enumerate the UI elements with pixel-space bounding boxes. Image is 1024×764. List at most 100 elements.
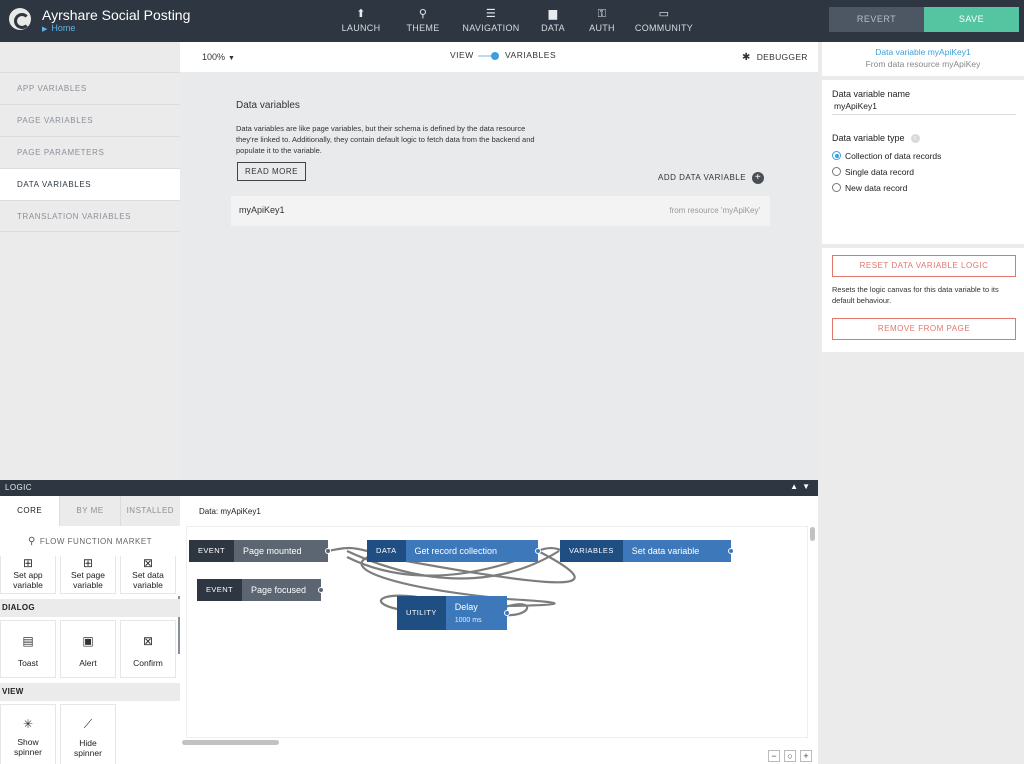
- set-data-variable-icon: ⊠: [142, 556, 154, 570]
- hide-spinner-icon: ⟋: [83, 717, 93, 731]
- top-bar: Ayrshare Social Posting ▶ Home ⬆ LAUNCH ⚲…: [0, 0, 1024, 42]
- zoom-reset-button[interactable]: ○: [784, 750, 796, 762]
- read-more-button[interactable]: READ MORE: [237, 162, 306, 181]
- nav-navigation[interactable]: ☰ NAVIGATION: [454, 0, 528, 42]
- nav-launch[interactable]: ⬆ LAUNCH: [330, 0, 392, 42]
- tab-by-me[interactable]: BY ME: [59, 496, 120, 526]
- sidebar-item-translation-variables[interactable]: TRANSLATION VARIABLES: [0, 200, 180, 232]
- node-label: Set data variable: [622, 540, 731, 562]
- sidebar-item-page-parameters[interactable]: PAGE PARAMETERS: [0, 136, 180, 168]
- canvas-toolbar: 100% ▼ VIEW VARIABLES ✱ DEBUGGER: [180, 42, 818, 72]
- node-page-focused[interactable]: EVENT Page focused: [197, 579, 324, 601]
- zoom-select[interactable]: 100% ▼: [202, 52, 235, 62]
- tile-confirm[interactable]: ⊠ Confirm: [120, 620, 176, 678]
- output-port[interactable]: [325, 548, 331, 554]
- chevron-up-icon[interactable]: ▲: [790, 482, 802, 491]
- zoom-in-button[interactable]: +: [800, 750, 812, 762]
- node-set-data-variable[interactable]: VARIABLES Set data variable: [560, 540, 734, 562]
- app-logo[interactable]: [9, 8, 31, 30]
- reset-logic-button[interactable]: RESET DATA VARIABLE LOGIC: [832, 255, 1016, 277]
- tile-set-page-variable[interactable]: ⊞ Set page variable: [60, 556, 116, 594]
- output-port[interactable]: [318, 587, 324, 593]
- nav-auth[interactable]: ⚿ AUTH: [578, 0, 626, 42]
- output-port[interactable]: [504, 610, 510, 616]
- radio-collection[interactable]: Collection of data records: [832, 151, 941, 161]
- remove-from-page-button[interactable]: REMOVE FROM PAGE: [832, 318, 1016, 340]
- flow-area[interactable]: EVENT Page mounted DATA Get record colle…: [186, 526, 808, 738]
- tab-core[interactable]: CORE: [0, 496, 60, 526]
- node-get-record-collection[interactable]: DATA Get record collection: [367, 540, 541, 562]
- variables-toggle-label[interactable]: VARIABLES: [505, 50, 556, 60]
- tab-installed[interactable]: INSTALLED: [119, 496, 180, 526]
- node-label: Page mounted: [234, 540, 328, 562]
- tile-toast[interactable]: ▤ Toast: [0, 620, 56, 678]
- horizontal-scrollbar[interactable]: [182, 740, 279, 745]
- nav-community[interactable]: ▭ COMMUNITY: [626, 0, 702, 42]
- top-navigation: ⬆ LAUNCH ⚲ THEME ☰ NAVIGATION ▆ DATA ⚿ A…: [330, 0, 702, 42]
- breadcrumb[interactable]: ▶ Home: [42, 23, 75, 33]
- nav-data[interactable]: ▆ DATA: [528, 0, 578, 42]
- debugger-button[interactable]: ✱ DEBUGGER: [742, 52, 808, 63]
- view-toggle-label[interactable]: VIEW: [450, 50, 474, 60]
- output-port[interactable]: [535, 548, 541, 554]
- confirm-icon: ⊠: [142, 634, 154, 648]
- auth-icon: ⚿: [597, 8, 607, 20]
- flow-function-market-link[interactable]: ⚲ FLOW FUNCTION MARKET: [28, 536, 152, 547]
- name-label: Data variable name: [832, 89, 911, 99]
- view-toggle-knob[interactable]: [491, 52, 499, 60]
- info-icon[interactable]: i: [910, 134, 920, 144]
- node-label: Delay: [454, 602, 478, 612]
- nav-auth-label: AUTH: [589, 23, 615, 33]
- tile-label: spinner: [14, 747, 42, 757]
- tile-label: Set data: [132, 570, 164, 580]
- group-dialog: DIALOG: [0, 599, 180, 617]
- radio-empty-icon[interactable]: [832, 167, 841, 176]
- data-icon: ▆: [548, 8, 558, 20]
- tile-set-app-variable[interactable]: ⊞ Set app variable: [0, 556, 56, 594]
- node-type: EVENT: [197, 579, 243, 601]
- app-title: Ayrshare Social Posting: [42, 7, 191, 23]
- node-type: EVENT: [189, 540, 235, 562]
- breadcrumb-home[interactable]: Home: [51, 23, 75, 33]
- tile-alert[interactable]: ▣ Alert: [60, 620, 116, 678]
- node-label-block: Delay 1000 ms: [445, 596, 507, 630]
- zoom-out-button[interactable]: −: [768, 750, 780, 762]
- chevron-down-icon[interactable]: ▼: [802, 482, 814, 491]
- logic-canvas-title: Data: myApiKey1: [199, 507, 261, 516]
- zoom-value: 100%: [202, 52, 226, 62]
- output-port[interactable]: [728, 548, 734, 554]
- node-type: UTILITY: [397, 596, 446, 630]
- node-page-mounted[interactable]: EVENT Page mounted: [189, 540, 331, 562]
- page-description: Data variables are like page variables, …: [236, 124, 535, 155]
- theme-icon: ⚲: [418, 8, 428, 20]
- node-label: Page focused: [242, 579, 321, 601]
- node-delay[interactable]: UTILITY Delay 1000 ms: [397, 596, 510, 630]
- tile-set-data-variable[interactable]: ⊠ Set data variable: [120, 556, 176, 594]
- radio-single-label: Single data record: [845, 167, 914, 177]
- radio-single[interactable]: Single data record: [832, 167, 914, 177]
- bug-icon: ✱: [742, 52, 751, 63]
- radio-selected-icon[interactable]: [832, 151, 841, 160]
- tile-show-spinner[interactable]: ✳ Show spinner: [0, 704, 56, 764]
- tile-label: Set page: [70, 570, 106, 580]
- radio-new[interactable]: New data record: [832, 183, 907, 193]
- tile-hide-spinner[interactable]: ⟋ Hide spinner: [60, 704, 116, 764]
- radio-new-label: New data record: [845, 183, 908, 193]
- panel-toggle[interactable]: ▲▼: [790, 482, 814, 491]
- sidebar-item-data-variables[interactable]: DATA VARIABLES: [0, 168, 180, 200]
- name-field[interactable]: myApiKey1: [832, 101, 1016, 115]
- sidebar-item-app-variables[interactable]: APP VARIABLES: [0, 72, 180, 104]
- radio-empty-icon[interactable]: [832, 183, 841, 192]
- revert-button[interactable]: REVERT: [829, 7, 924, 32]
- vertical-scrollbar[interactable]: [810, 527, 815, 541]
- list-item[interactable]: myApiKey1 from resource 'myApiKey': [231, 196, 770, 226]
- sidebar-item-page-variables[interactable]: PAGE VARIABLES: [0, 104, 180, 136]
- tile-label: variable: [13, 580, 43, 590]
- community-icon: ▭: [658, 8, 670, 20]
- save-button[interactable]: SAVE: [924, 7, 1019, 32]
- properties-header: Data variable myApiKey1 From data resour…: [822, 42, 1024, 76]
- nav-theme[interactable]: ⚲ THEME: [392, 0, 454, 42]
- search-icon: ⚲: [28, 536, 36, 547]
- properties-actions: RESET DATA VARIABLE LOGIC Resets the log…: [822, 248, 1024, 352]
- add-data-variable-button[interactable]: ADD DATA VARIABLE +: [658, 172, 765, 184]
